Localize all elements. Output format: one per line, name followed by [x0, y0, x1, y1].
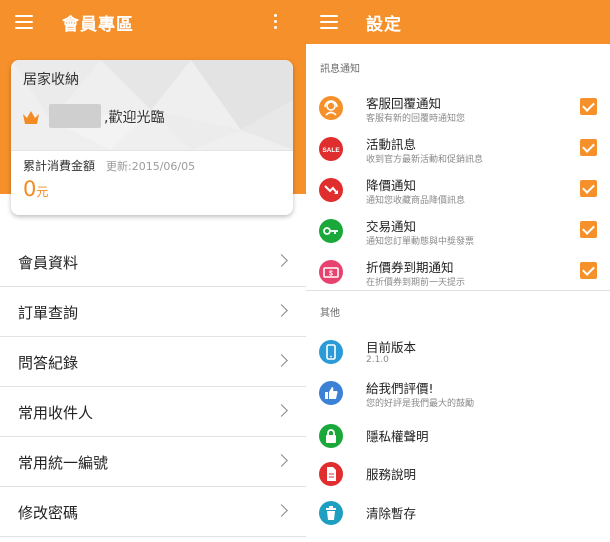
setting-service-info[interactable]: 服務說明 — [306, 456, 610, 496]
setting-coupon-expiry[interactable]: $ 折價券到期通知 在折價券到期前一天提示 — [306, 254, 610, 294]
thumbs-up-icon — [319, 381, 343, 405]
menu-item-recipients[interactable]: 常用收件人 — [0, 387, 306, 437]
chevron-right-icon — [275, 404, 288, 417]
setting-title: 隱私權聲明 — [366, 429, 429, 444]
section-divider — [306, 290, 610, 291]
app-bar: 會員專區 — [0, 0, 306, 44]
setting-title: 活動訊息 — [366, 137, 417, 152]
customer-service-icon — [319, 96, 343, 120]
other-section-header: 其他 — [320, 308, 340, 319]
setting-subtitle: 通知您訂單動態與中獎發票 — [366, 237, 475, 247]
chevron-right-icon — [275, 304, 288, 317]
menu-item-label: 常用統一編號 — [18, 454, 109, 472]
setting-version[interactable]: 目前版本 2.1.0 — [306, 334, 610, 374]
setting-title: 服務說明 — [366, 467, 417, 482]
member-name-redacted — [49, 104, 101, 128]
setting-title: 交易通知 — [366, 219, 417, 234]
spend-label: 累計消費金額 — [23, 159, 96, 173]
setting-checkbox[interactable] — [580, 262, 597, 279]
setting-checkbox[interactable] — [580, 98, 597, 115]
spend-amount-unit: 元 — [36, 185, 49, 199]
lock-icon — [319, 424, 343, 448]
menu-item-change-password[interactable]: 修改密碼 — [0, 487, 306, 537]
setting-subtitle: 客服有新的回覆時通知您 — [366, 114, 466, 124]
setting-transactions[interactable]: 交易通知 通知您訂單動態與中獎發票 — [306, 213, 610, 253]
page-title: 設定 — [366, 15, 402, 35]
menu-icon[interactable] — [320, 15, 338, 29]
crown-icon — [23, 111, 39, 124]
member-card: 居家收納 ,歡迎光臨 累計消費金額 更新:2015/06/05 0元 — [11, 60, 293, 215]
setting-subtitle: 2.1.0 — [366, 355, 389, 365]
setting-title: 給我們評價! — [366, 381, 434, 396]
setting-checkbox[interactable] — [580, 139, 597, 156]
document-icon — [319, 462, 343, 486]
updated-date: 更新:2015/06/05 — [106, 160, 196, 173]
setting-clear-cache[interactable]: 清除暫存 — [306, 495, 610, 535]
setting-rate-us[interactable]: 給我們評價! 您的好評是我們最大的鼓勵 — [306, 375, 610, 415]
menu-item-member-info[interactable]: 會員資料 — [0, 237, 306, 287]
setting-checkbox[interactable] — [580, 221, 597, 238]
setting-title: 客服回覆通知 — [366, 96, 442, 111]
menu-item-tax-ids[interactable]: 常用統一編號 — [0, 437, 306, 487]
notifications-section-header: 訊息通知 — [320, 64, 360, 75]
coupon-icon: $ — [319, 260, 343, 284]
setting-promotions[interactable]: SALE 活動訊息 收到官方最新活動和促銷訊息 — [306, 131, 610, 171]
setting-subtitle: 收到官方最新活動和促銷訊息 — [366, 155, 484, 165]
setting-price-drop[interactable]: 降價通知 通知您收藏商品降價訊息 — [306, 172, 610, 212]
svg-text:$: $ — [329, 271, 333, 278]
setting-checkbox[interactable] — [580, 180, 597, 197]
menu-item-label: 問答紀錄 — [18, 354, 79, 372]
menu-item-label: 常用收件人 — [18, 404, 94, 422]
setting-customer-service-reply[interactable]: 客服回覆通知 客服有新的回覆時通知您 — [306, 90, 610, 130]
store-name: 居家收納 — [23, 72, 79, 88]
settings-screen: 設定 訊息通知 客服回覆通知 客服有新的回覆時通知您 SALE 活動訊息 收到官… — [306, 0, 610, 542]
menu-item-label: 訂單查詢 — [18, 304, 79, 322]
menu-icon[interactable] — [15, 15, 33, 29]
spend-amount-value: 0 — [23, 177, 37, 201]
chevron-right-icon — [275, 254, 288, 267]
menu-item-label: 會員資料 — [18, 254, 79, 272]
menu-item-label: 修改密碼 — [18, 504, 79, 522]
spend-amount: 0元 — [23, 177, 48, 201]
setting-title: 降價通知 — [366, 178, 417, 193]
more-options-icon[interactable] — [274, 14, 278, 30]
trash-icon — [319, 501, 343, 525]
setting-privacy[interactable]: 隱私權聲明 — [306, 418, 610, 458]
member-menu: 會員資料 訂單查詢 問答紀錄 常用收件人 常用統一編號 修改密碼 — [0, 237, 306, 537]
page-title: 會員專區 — [62, 15, 134, 35]
chevron-right-icon — [275, 454, 288, 467]
setting-subtitle: 通知您收藏商品降價訊息 — [366, 196, 466, 206]
setting-title: 目前版本 — [366, 340, 417, 355]
menu-item-qa-records[interactable]: 問答紀錄 — [0, 337, 306, 387]
app-bar: 設定 — [306, 0, 610, 44]
sale-tag-text: SALE — [322, 147, 340, 154]
price-drop-icon — [319, 178, 343, 202]
spend-summary: 累計消費金額 更新:2015/06/05 0元 — [11, 150, 293, 215]
setting-title: 清除暫存 — [366, 506, 417, 521]
welcome-text: ,歡迎光臨 — [104, 110, 165, 126]
member-area-screen: 會員專區 居家收納 ,歡迎光臨 累計消費金額 更新:2015/06/05 0元 — [0, 0, 306, 542]
chevron-right-icon — [275, 504, 288, 517]
sale-tag-icon: SALE — [319, 137, 343, 161]
setting-subtitle: 在折價券到期前一天提示 — [366, 278, 466, 288]
phone-icon — [319, 340, 343, 364]
chevron-right-icon — [275, 354, 288, 367]
setting-title: 折價券到期通知 — [366, 260, 454, 275]
menu-item-order-lookup[interactable]: 訂單查詢 — [0, 287, 306, 337]
setting-subtitle: 您的好評是我們最大的鼓勵 — [366, 399, 475, 409]
key-icon — [319, 219, 343, 243]
